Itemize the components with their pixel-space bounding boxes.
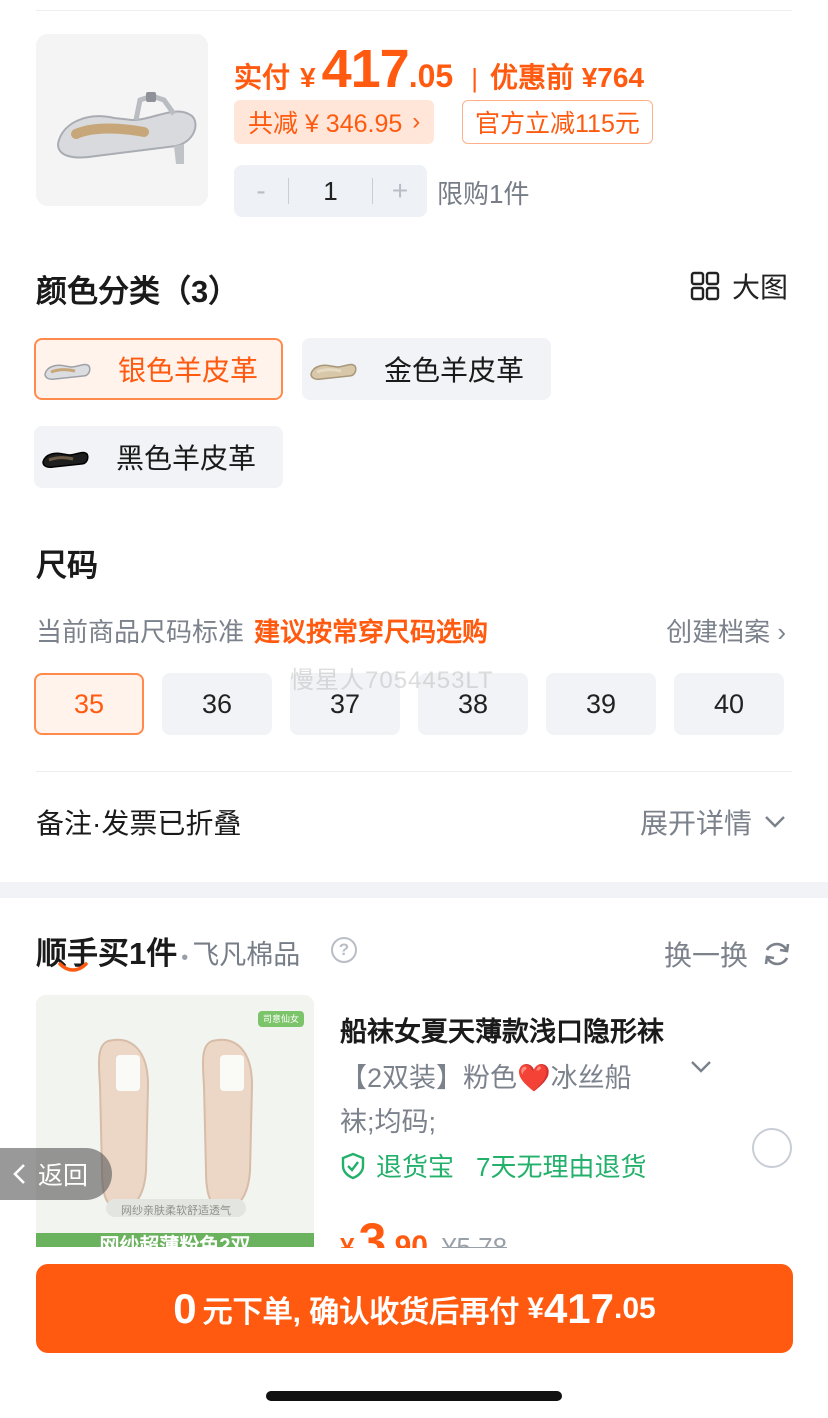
color-option-silver[interactable]: 银色羊皮革 xyxy=(34,338,283,400)
addon-product-name[interactable]: 船袜女夏天薄款浅口隐形袜 xyxy=(340,1010,664,1049)
official-offer-text: 官方立减115元 xyxy=(475,110,640,138)
swap-button[interactable]: 换一换 xyxy=(664,934,792,974)
chevron-down-icon[interactable] xyxy=(690,1060,712,1074)
help-icon[interactable]: ? xyxy=(331,937,357,963)
addon-price-dec: .90 xyxy=(386,1230,428,1248)
order-zero: 0 xyxy=(173,1284,197,1332)
section-divider xyxy=(36,771,792,772)
quantity-value[interactable]: 1 xyxy=(289,176,372,207)
home-indicator[interactable] xyxy=(266,1391,562,1401)
gold-shoe-swatch xyxy=(304,340,362,398)
size-option-39[interactable]: 39 xyxy=(546,673,656,735)
color-option-label: 金色羊皮革 xyxy=(384,355,525,386)
plus-button[interactable]: + xyxy=(373,175,427,207)
big-picture-button[interactable]: 大图 xyxy=(690,266,788,306)
color-option-gold[interactable]: 金色羊皮革 xyxy=(302,338,551,400)
purchase-limit: 限购1件 xyxy=(437,179,530,209)
chevron-right-icon: › xyxy=(777,617,786,647)
image-badge-text: 司意仙女 xyxy=(262,1014,299,1024)
size-standard-hint: 当前商品尺码标准 建议按常穿尺码选购 xyxy=(36,612,488,649)
order-amount-int: 417 xyxy=(543,1284,615,1332)
chevron-left-icon xyxy=(13,1164,25,1184)
product-thumbnail[interactable] xyxy=(36,34,208,206)
silver-shoe-swatch xyxy=(38,340,96,398)
addon-price: ¥ 3 .90 ¥5.78 xyxy=(340,1212,507,1248)
silver-shoe-image xyxy=(36,34,208,206)
black-shoe-swatch xyxy=(36,428,94,486)
official-offer-chip: 官方立减115元 xyxy=(462,100,653,144)
size-option-40[interactable]: 40 xyxy=(674,673,784,735)
color-option-label: 黑色羊皮革 xyxy=(116,443,257,474)
price-separator: | xyxy=(471,63,478,93)
order-amount-dec: .05 xyxy=(614,1291,656,1325)
color-option-black[interactable]: 黑色羊皮革 xyxy=(34,426,283,488)
total-saved-chip[interactable]: 共减 ¥ 346.95 › xyxy=(234,100,435,144)
paid-label: 实付 xyxy=(234,62,291,93)
size-option-35[interactable]: 35 xyxy=(34,673,144,735)
watermark: 慢星人7054453LT xyxy=(290,667,494,694)
image-banner-text: 网纱超薄粉色2双 xyxy=(99,1235,251,1247)
title-dot: • xyxy=(181,947,189,969)
chevron-down-icon xyxy=(765,816,785,828)
image-caption-text: 网纱亲肤柔软舒适透气 xyxy=(121,1205,231,1217)
expand-details-label: 展开详情 xyxy=(639,808,752,839)
big-picture-label: 大图 xyxy=(731,272,788,303)
return-guarantee: 退货宝 7天无理由退货 xyxy=(340,1147,646,1184)
refresh-icon xyxy=(764,942,790,966)
create-profile-label: 创建档案 xyxy=(666,617,771,647)
order-text: 元下单, 确认收货后再付 xyxy=(202,1295,520,1329)
size-hint-highlight: 建议按常穿尺码选购 xyxy=(254,617,489,647)
color-section-title: 颜色分类（3） xyxy=(36,274,240,309)
expand-details-button[interactable]: 展开详情 xyxy=(640,802,786,842)
minus-button[interactable]: - xyxy=(234,175,288,207)
place-order-button[interactable]: 0 元下单, 确认收货后再付 ¥ 417 .05 xyxy=(36,1264,793,1353)
chevron-right-icon: › xyxy=(412,108,421,135)
back-button[interactable]: 返回 xyxy=(0,1148,112,1200)
paid-price-dec: .05 xyxy=(408,58,454,94)
back-label: 返回 xyxy=(38,1162,89,1190)
addon-price-currency: ¥ xyxy=(340,1232,355,1248)
swap-label: 换一换 xyxy=(663,940,748,971)
addon-select-radio[interactable] xyxy=(752,1128,792,1168)
pre-discount-price: 优惠前 ¥764 xyxy=(489,62,645,93)
order-currency: ¥ xyxy=(527,1291,544,1325)
paid-currency: ¥ xyxy=(300,62,316,93)
section-separator-band xyxy=(0,882,828,898)
guarantee-return-label: 退货宝 xyxy=(376,1152,455,1182)
grid-icon xyxy=(690,271,720,301)
quantity-stepper: - 1 + xyxy=(234,165,427,217)
addon-product-spec[interactable]: 【2双装】粉色❤️冰丝船袜;均码; xyxy=(340,1056,660,1144)
top-divider xyxy=(36,10,792,11)
smile-underline-icon xyxy=(58,962,88,972)
remark-invoice-label: 备注·发票已折叠 xyxy=(36,808,242,839)
size-hint-text: 当前商品尺码标准 xyxy=(36,617,245,647)
addon-price-int: 3 xyxy=(358,1213,387,1248)
total-saved-text: 共减 ¥ 346.95 xyxy=(248,110,403,138)
size-section-title: 尺码 xyxy=(36,548,98,583)
addon-original-price: ¥5.78 xyxy=(442,1232,508,1248)
shield-check-icon xyxy=(341,1152,365,1179)
color-option-label: 银色羊皮革 xyxy=(118,355,259,386)
size-option-36[interactable]: 36 xyxy=(162,673,272,735)
addon-shop-name: 飞凡棉品 xyxy=(192,940,301,970)
paid-price-int: 417 xyxy=(321,39,410,99)
guarantee-7day-label: 7天无理由退货 xyxy=(476,1152,647,1182)
paid-price-line: 实付 ¥ 417 .05 | 优惠前 ¥764 xyxy=(234,38,645,99)
create-profile-link[interactable]: 创建档案 › xyxy=(666,612,786,649)
addon-product-image[interactable]: 司意仙女 网纱亲肤柔软舒适透气 网纱超薄粉色2双 xyxy=(36,995,314,1247)
